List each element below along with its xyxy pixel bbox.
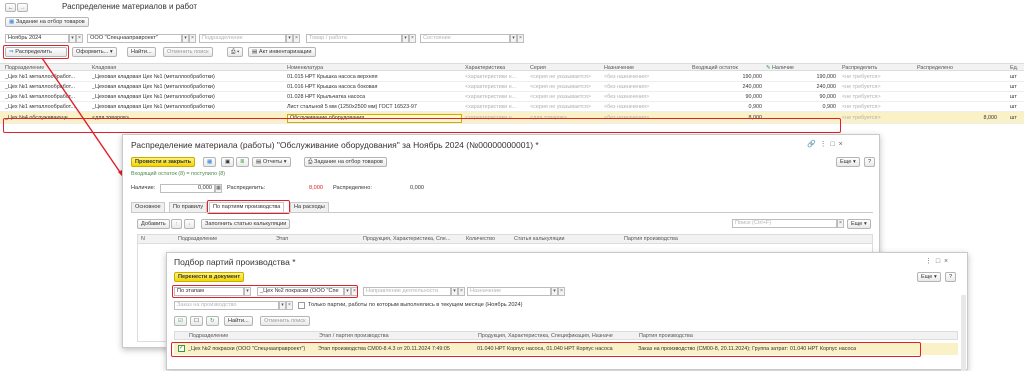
printer-icon: ⎙ [308, 159, 313, 165]
col-doc-article: Статья калькуляции [514, 236, 565, 242]
picker-division-clear[interactable]: × [351, 287, 358, 296]
post-icon: ▦ [207, 159, 213, 165]
reports-icon: ▤ [256, 159, 262, 165]
col-doc-batch: Партия производства [624, 236, 678, 242]
picker-purpose-dropdown[interactable]: ▾ [551, 287, 558, 296]
move-up-button[interactable]: ↑ [171, 219, 182, 229]
maximize-icon[interactable]: □ [831, 141, 835, 148]
checkbox-checked-icon: ☑ [178, 318, 184, 324]
row-product: 01.040 НРТ Корпус насоса, 01.040 НРТ Кор… [477, 346, 613, 352]
col-doc-product: Продукция, Характеристика, Спе... [363, 236, 451, 242]
close-icon[interactable]: × [839, 141, 843, 148]
picker-more-button[interactable]: Еще ▾ [917, 272, 941, 282]
col-picker-division: Подразделение [189, 333, 229, 339]
tab-by-rule[interactable]: По правилу [169, 202, 208, 212]
picker-cancel-search-button[interactable]: Отменить поиск [260, 316, 310, 326]
menu-dots-icon[interactable]: ⋮ [820, 141, 827, 148]
order-dropdown[interactable]: ▾ [279, 301, 286, 310]
by-stages-dropdown[interactable]: ▾ [244, 287, 251, 296]
list-icon: ≣ [240, 159, 245, 165]
current-month-label: Только партии, работы по которым выполня… [308, 302, 523, 308]
by-stages-select[interactable]: По этапам [174, 287, 244, 296]
picker-purpose-field[interactable]: Назначение [467, 287, 551, 296]
maximize-icon[interactable]: □ [936, 258, 940, 265]
picker-table-header: Подразделение Этап / партия производства… [174, 331, 958, 340]
col-picker-stage: Этап / партия производства [319, 333, 389, 339]
arrow-up-icon: ↑ [175, 221, 178, 227]
list-icon-button[interactable]: ≣ [236, 157, 249, 167]
save-icon-button[interactable]: ▣ [221, 157, 235, 167]
distribute-value: 8,000 [309, 185, 323, 191]
move-down-button[interactable]: ↓ [184, 219, 195, 229]
doc-table-header: N Подразделение Этап Продукция, Характер… [137, 234, 873, 244]
check-all-button[interactable]: ☑ [174, 316, 188, 326]
picker-help-button[interactable]: ? [945, 272, 957, 282]
picker-window-controls: ⋮ □ × [925, 258, 948, 265]
link-icon[interactable]: 🔗 [807, 141, 816, 148]
picker-find-button[interactable]: Найти... [224, 316, 253, 326]
chevron-down-icon: ▾ [863, 221, 867, 227]
row-division: _Цех №2 покраски (ООО "Спецнааправроект"… [188, 346, 306, 352]
distribute-label: Распределить: [227, 185, 266, 191]
close-icon[interactable]: × [944, 258, 948, 265]
order-clear[interactable]: × [286, 301, 293, 310]
chevron-down-icon: ▾ [852, 159, 856, 165]
row-checkbox[interactable]: ✓ [178, 345, 185, 352]
picker-table-row[interactable]: ✓ _Цех №2 покраски (ООО "Спецнааправроек… [174, 343, 958, 355]
col-n: N [141, 236, 145, 242]
order-field[interactable]: Заказ на производство [174, 301, 279, 310]
doc-search-input[interactable]: Поиск (Ctrl+F) [732, 219, 837, 228]
post-icon-button[interactable]: ▦ [203, 157, 217, 167]
tab-by-batches[interactable]: По партиям производства [209, 202, 285, 212]
doc-more-button[interactable]: Еще ▾ [836, 157, 860, 167]
picker-title: Подбор партий производства * [174, 257, 296, 267]
distributed-value: 0,000 [410, 185, 424, 191]
save-icon: ▣ [225, 159, 231, 165]
col-picker-batch: Партия производства [639, 333, 693, 339]
col-doc-qty: Количество [466, 236, 495, 242]
refresh-button[interactable]: ↻ [206, 316, 219, 326]
availability-label: Наличие: [131, 185, 156, 191]
incoming-note: Входящий остаток (8) = поступило (8) [131, 171, 226, 177]
picker-purpose-clear[interactable]: × [558, 287, 565, 296]
document-title: Распределение материала (работы) "Обслуж… [131, 140, 539, 150]
document-window-controls: 🔗 ⋮ □ × [807, 141, 843, 148]
doc-help-button[interactable]: ? [864, 157, 876, 167]
tab-expenses[interactable]: На расходы [290, 202, 329, 212]
uncheck-all-button[interactable]: ☐ [190, 316, 204, 326]
calculator-icon[interactable]: ▦ [215, 184, 222, 193]
arrow-down-icon: ↓ [188, 221, 191, 227]
activity-field[interactable]: Направление деятельности [363, 287, 451, 296]
fill-articles-button[interactable]: Заполнить статью калькуляции [201, 219, 291, 229]
activity-dropdown[interactable]: ▾ [451, 287, 458, 296]
picker-scrollbar[interactable] [961, 295, 966, 371]
post-and-close-button[interactable]: Провести и закрыть [131, 157, 196, 167]
col-doc-stage: Этап [276, 236, 289, 242]
checkbox-empty-icon: ☐ [194, 318, 200, 324]
add-button[interactable]: Добавить [137, 219, 170, 229]
picker-division-field[interactable]: _Цех №2 покраски (ООО "Спе [257, 287, 344, 296]
current-month-checkbox[interactable] [298, 302, 305, 309]
availability-field[interactable]: 0,000 [160, 184, 215, 193]
row-batch: Заказ на производство (СМ00-8, 20.11.202… [638, 346, 857, 352]
row-stage: Этап производства СМ00-8.4.3 от 20.11.20… [318, 346, 450, 352]
doc-search-clear[interactable]: × [837, 219, 844, 228]
chevron-down-icon: ▾ [933, 274, 937, 280]
transfer-to-document-button[interactable]: Перенести в документ [174, 272, 245, 282]
refresh-icon: ↻ [210, 318, 215, 324]
doc-task-button[interactable]: ⎙ Задание на отбор товаров [304, 157, 387, 167]
col-picker-product: Продукция, Характеристика, Спецификация,… [478, 333, 613, 339]
picker-window: Подбор партий производства * ⋮ □ × Перен… [166, 252, 968, 371]
menu-dots-icon[interactable]: ⋮ [925, 258, 932, 265]
col-doc-division: Подразделение [178, 236, 218, 242]
distributed-label: Распределено: [333, 185, 372, 191]
picker-division-dropdown[interactable]: ▾ [344, 287, 351, 296]
chevron-down-icon: ▾ [283, 159, 287, 165]
doc-table-more-button[interactable]: Еще ▾ [847, 219, 871, 229]
tab-main[interactable]: Основное [131, 202, 165, 212]
arrow-line-1 [41, 57, 125, 179]
activity-clear[interactable]: × [458, 287, 465, 296]
reports-button[interactable]: ▤ Отчеты ▾ [252, 157, 291, 167]
tabs-divider [131, 212, 873, 213]
